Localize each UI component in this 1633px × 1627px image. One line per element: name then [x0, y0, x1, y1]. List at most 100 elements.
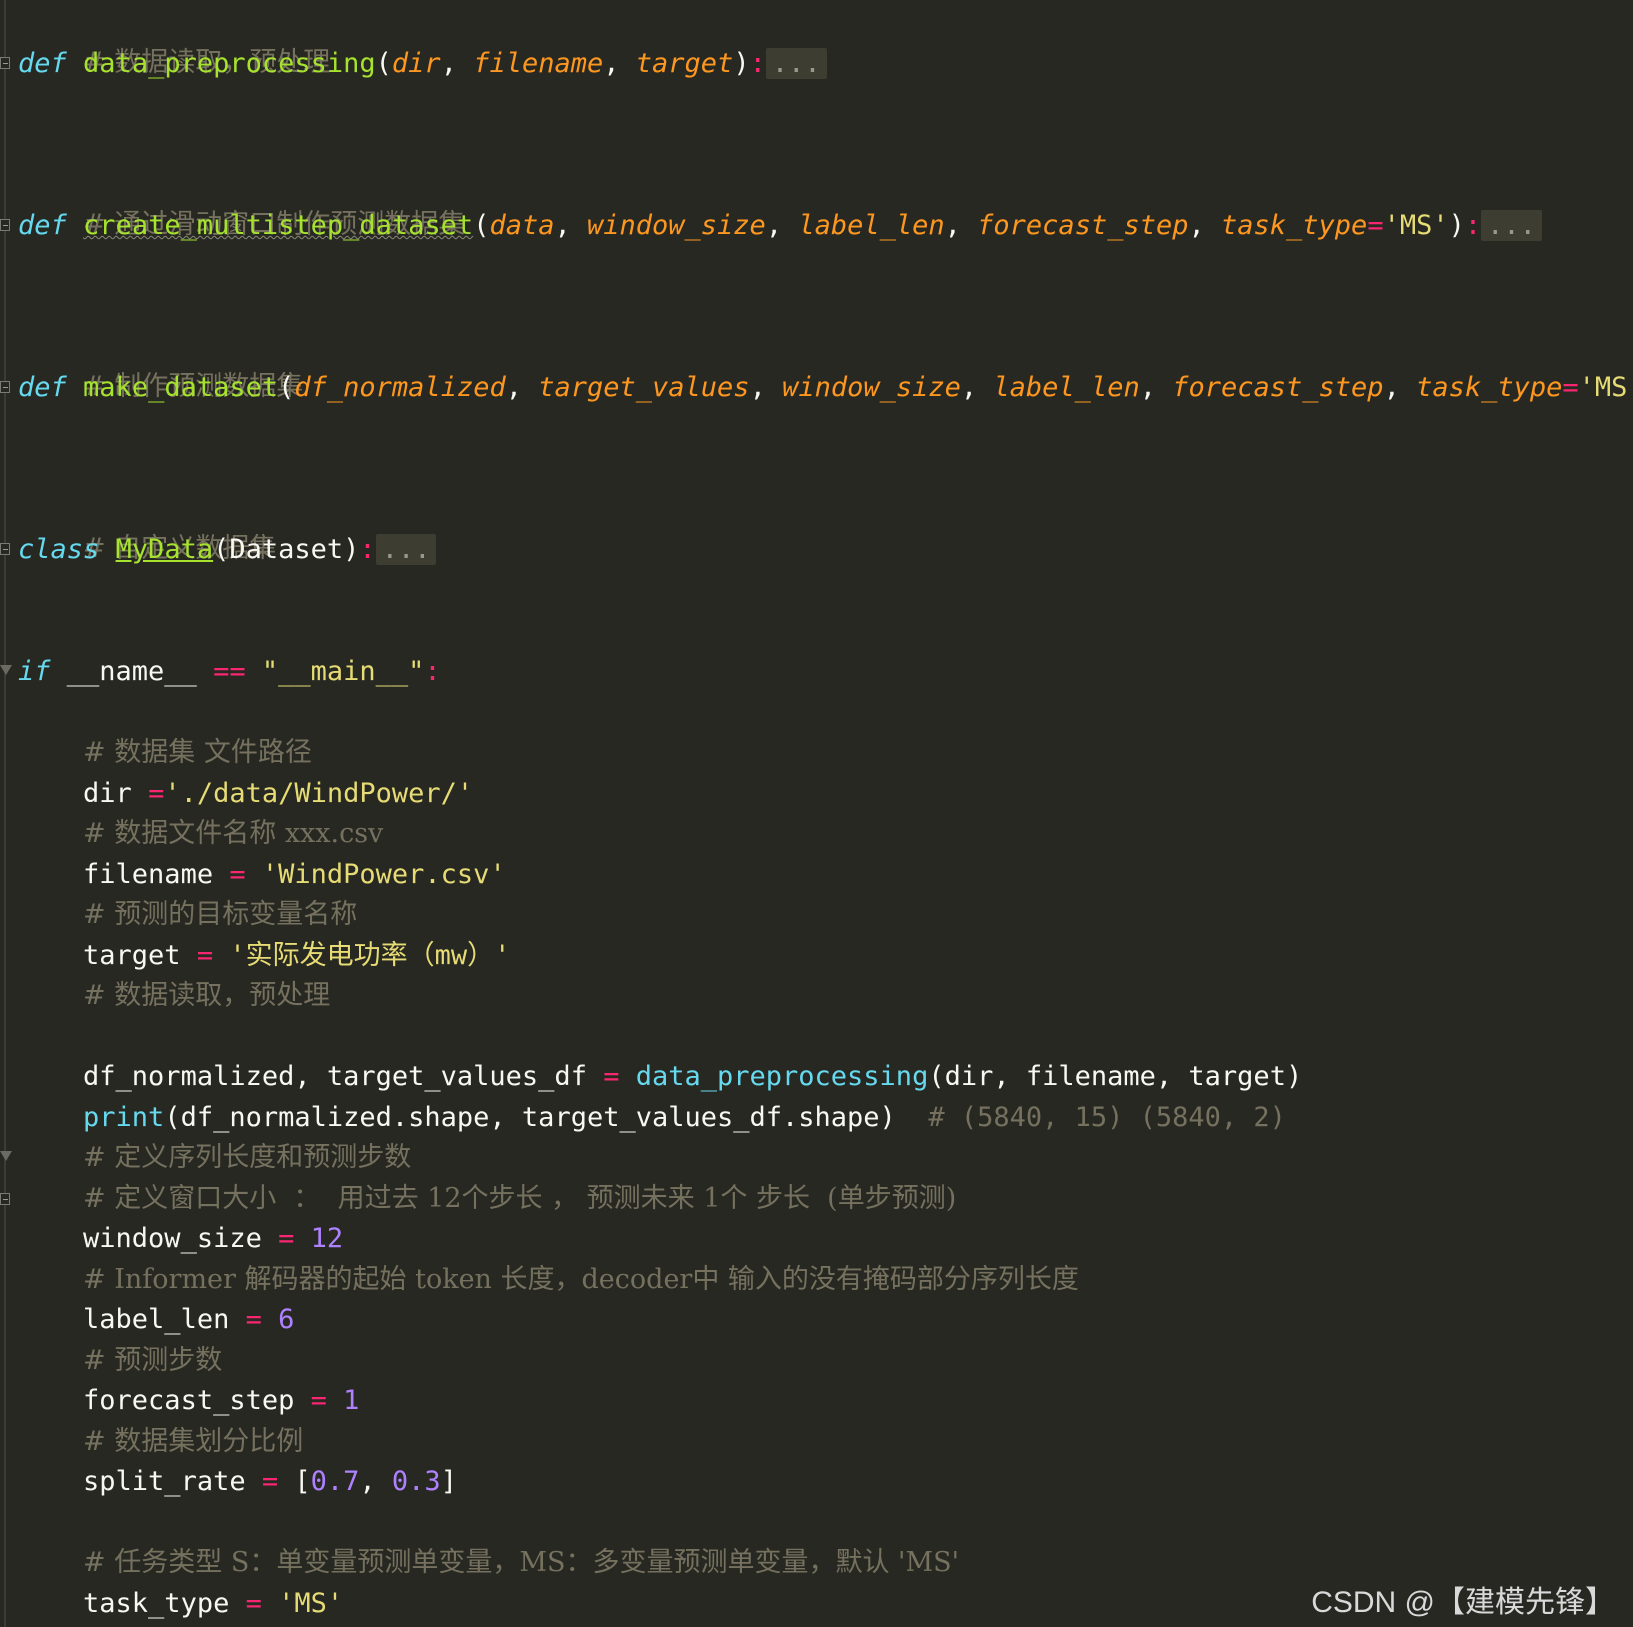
code-line[interactable]: forecast_step = 1	[18, 1381, 359, 1421]
param: task_type	[1416, 372, 1563, 403]
arguments: (dir, filename, target)	[928, 1061, 1303, 1092]
code-line[interactable]: window_size = 12	[18, 1219, 343, 1259]
param: forecast_step	[977, 210, 1189, 241]
fold-toggle-icon[interactable]	[0, 1193, 10, 1205]
code-line[interactable]: # 数据读取，预处理	[18, 3, 330, 78]
number-literal: 6	[261, 1304, 295, 1335]
code-line[interactable]: # 通过滑动窗口制作预测数据集	[18, 165, 465, 240]
fold-toggle-icon[interactable]	[0, 57, 10, 69]
comment: # 数据集划分比例	[83, 1426, 304, 1457]
number-literal: 0.7	[310, 1466, 360, 1497]
paren: )	[343, 534, 360, 565]
function-call: data_preprocessing	[619, 1061, 929, 1092]
code-line[interactable]: # 定义窗口大小 ： 用过去 12个步长 ， 预测未来 1个 步长 (单步预测)	[18, 1179, 956, 1219]
code-editor[interactable]: # 数据读取，预处理 def data_preprocessing(dir, f…	[0, 0, 1633, 1627]
param: dir	[391, 48, 441, 79]
code-line[interactable]: if __name__ == "__main__":	[18, 652, 441, 692]
code-line[interactable]: # 数据集 文件路径	[18, 733, 312, 773]
base-class: Dataset	[229, 534, 344, 565]
operator: =	[1367, 210, 1384, 241]
param: df_normalized	[294, 372, 506, 403]
variable: split_rate	[83, 1466, 262, 1497]
param: label_len	[798, 210, 945, 241]
comma: ,	[765, 210, 799, 241]
code-line[interactable]: label_len = 6	[18, 1300, 294, 1340]
comment: # Informer 解码器的起始 token 长度，decoder中 输入的没…	[83, 1264, 1079, 1295]
param: target	[635, 48, 734, 79]
comma: ,	[505, 372, 539, 403]
colon: :	[359, 534, 376, 565]
code-line[interactable]: dir ='./data/WindPower/'	[18, 774, 473, 814]
variable: target	[83, 940, 197, 971]
folded-region[interactable]: ...	[375, 534, 437, 565]
fold-toggle-icon[interactable]	[0, 381, 10, 393]
function-name: data_preprocessing	[83, 48, 376, 79]
code-line[interactable]: def make_dataset(df_normalized, target_v…	[18, 368, 1633, 408]
folded-region[interactable]: ...	[1481, 210, 1542, 241]
operator: =	[603, 1061, 620, 1092]
number-literal: 0.3	[391, 1466, 441, 1497]
fold-collapse-icon[interactable]	[0, 665, 12, 675]
code-line[interactable]: split_rate = [0.7, 0.3]	[18, 1462, 457, 1502]
code-line[interactable]: target = '实际发电功率（mw）'	[18, 936, 510, 976]
function-call: print	[83, 1102, 165, 1133]
param: window_size	[782, 372, 961, 403]
keyword: def	[18, 210, 67, 241]
arguments: (df_normalized.shape, target_values_df.s…	[164, 1102, 896, 1133]
fold-toggle-icon[interactable]	[0, 219, 10, 231]
gutter	[4, 0, 6, 1627]
code-line[interactable]: # 数据集划分比例	[18, 1422, 303, 1462]
code-line[interactable]: # 预测的目标变量名称	[18, 895, 357, 935]
operator: =	[1562, 372, 1579, 403]
comment: # 数据文件名称 xxx.csv	[83, 818, 384, 849]
bracket: ]	[440, 1466, 457, 1497]
variable: label_len	[83, 1304, 246, 1335]
code-line[interactable]: # Informer 解码器的起始 token 长度，decoder中 输入的没…	[18, 1260, 1079, 1300]
comment: # (5840, 15) (5840, 2)	[895, 1102, 1286, 1133]
keyword: def	[18, 372, 67, 403]
comment: # 定义序列长度和预测步数	[83, 1142, 412, 1173]
colon: :	[424, 656, 441, 687]
code-line[interactable]: df_normalized, target_values_df = data_p…	[18, 1057, 1302, 1097]
code-line[interactable]: # 数据文件名称 xxx.csv	[18, 814, 383, 854]
param: task_type	[1221, 210, 1368, 241]
param: filename	[473, 48, 604, 79]
operator: =	[310, 1385, 327, 1416]
operator: =	[148, 778, 165, 809]
string-literal: './data/WindPower/'	[164, 778, 474, 809]
code-line[interactable]: # 预测步数	[18, 1341, 222, 1381]
comma: ,	[603, 48, 636, 79]
code-line[interactable]: def data_preprocessing(dir, filename, ta…	[18, 44, 827, 84]
code-line[interactable]: task_type = 'MS'	[18, 1584, 343, 1624]
comma: ,	[1139, 372, 1173, 403]
comment: # 数据读取，预处理	[83, 980, 331, 1011]
code-line[interactable]: # 任务类型 S：单变量预测单变量，MS：多变量预测单变量，默认 'MS'	[18, 1543, 959, 1583]
comment: # 预测的目标变量名称	[83, 899, 358, 930]
code-line[interactable]: class MyData(Dataset):...	[18, 530, 437, 570]
comment: # 预测步数	[83, 1345, 223, 1376]
identifier: __name__	[50, 656, 214, 687]
code-line[interactable]: def create_multistep_dataset(data, windo…	[18, 206, 1542, 246]
param: forecast_step	[1172, 372, 1384, 403]
bracket: [	[278, 1466, 311, 1497]
comment: # 定义窗口大小 ： 用过去 12个步长 ， 预测未来 1个 步长 (单步预测)	[83, 1183, 957, 1214]
function-name: create_multistep_dataset	[83, 210, 474, 241]
code-line[interactable]: # 制作预测数据集	[18, 327, 303, 402]
fold-collapse-icon[interactable]	[0, 1151, 12, 1161]
code-line[interactable]: # 自定义数据集	[18, 489, 276, 564]
string-literal: 'MS'	[1578, 372, 1633, 403]
identifier: df_normalized, target_values_df	[83, 1061, 604, 1092]
fold-toggle-icon[interactable]	[0, 543, 10, 555]
code-line[interactable]: print(df_normalized.shape, target_values…	[18, 1098, 1286, 1138]
comma: ,	[749, 372, 783, 403]
code-line[interactable]: # 数据读取，预处理	[18, 976, 330, 1016]
variable: dir	[83, 778, 149, 809]
code-line[interactable]: # 定义序列长度和预测步数	[18, 1138, 411, 1178]
colon: :	[1464, 210, 1482, 241]
comma: ,	[960, 372, 994, 403]
paren: (	[213, 534, 230, 565]
code-line[interactable]: filename = 'WindPower.csv'	[18, 855, 506, 895]
string-literal: "__main__"	[245, 656, 425, 687]
comma: ,	[440, 48, 474, 79]
folded-region[interactable]: ...	[765, 48, 827, 79]
